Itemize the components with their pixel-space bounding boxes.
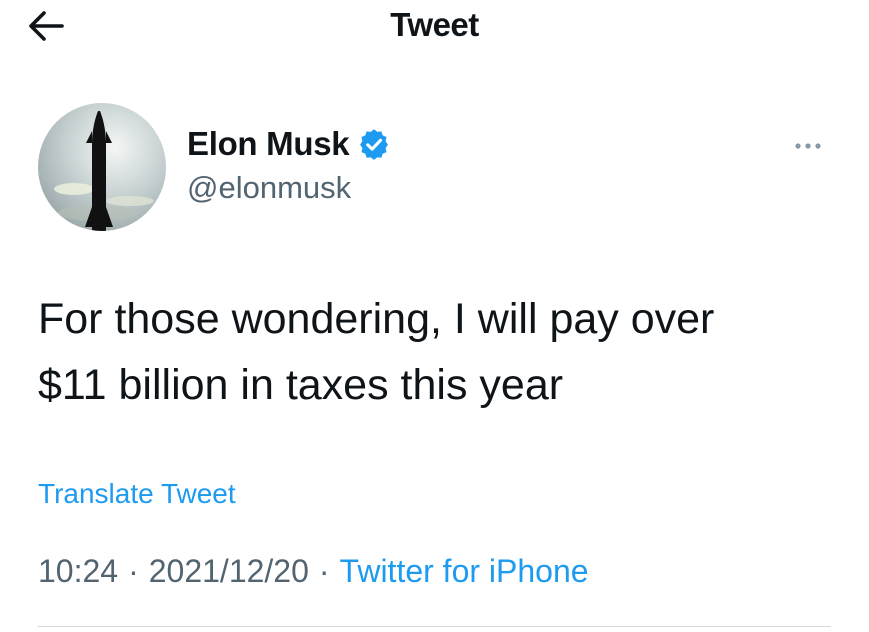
more-options-button[interactable] [786, 136, 830, 156]
page-title: Tweet [390, 6, 479, 43]
top-bar: Tweet [0, 0, 869, 56]
meta-separator: · [318, 553, 330, 589]
translate-tweet-link[interactable]: Translate Tweet [38, 478, 236, 510]
avatar[interactable] [38, 103, 166, 231]
tweet-source-link[interactable]: Twitter for iPhone [340, 553, 589, 589]
tweet-date[interactable]: 2021/12/20 [149, 553, 309, 589]
display-name[interactable]: Elon Musk [187, 125, 350, 163]
tweet-text-line-1: For those wondering, I will pay over [38, 295, 715, 343]
verified-badge-icon [357, 127, 391, 161]
starship-avatar-image [38, 103, 166, 231]
tweet-metadata: 10:24 · 2021/12/20 · Twitter for iPhone [38, 553, 589, 590]
divider [38, 626, 831, 627]
author-block: Elon Musk @elonmusk [187, 122, 391, 206]
tweet-text-line-2: $11 billion in taxes this year [38, 361, 564, 409]
meta-separator: · [128, 553, 139, 589]
tweet-time[interactable]: 10:24 [38, 553, 118, 589]
tweet-text: For those wondering, I will pay over $11… [38, 286, 848, 418]
more-dots-icon [795, 143, 821, 149]
name-row: Elon Musk [187, 122, 391, 166]
user-handle[interactable]: @elonmusk [187, 170, 391, 206]
